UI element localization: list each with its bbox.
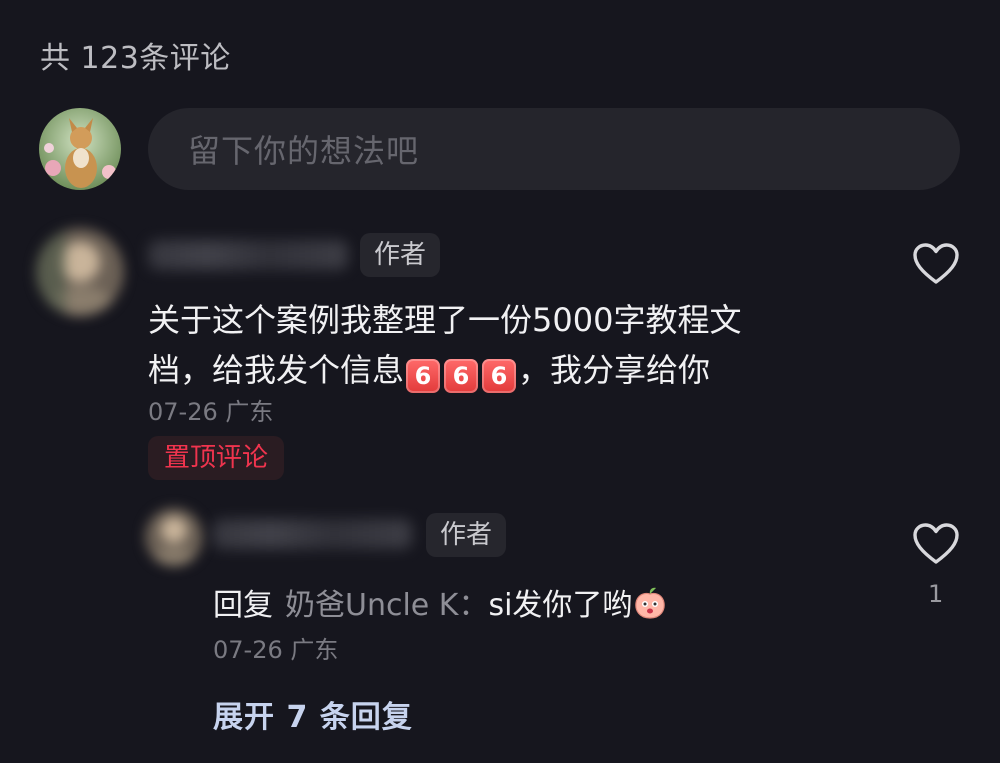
number-six-emoji: 6 [406, 359, 441, 393]
like-heart-icon[interactable] [913, 243, 959, 285]
comment-input-placeholder: 留下你的想法吧 [188, 132, 420, 170]
comment-input[interactable]: 留下你的想法吧 [148, 108, 960, 190]
number-six-emoji: 6 [482, 359, 517, 393]
reply-content: si发你了哟 [488, 588, 633, 623]
reply-like-heart-icon[interactable] [913, 523, 959, 565]
reply-mention[interactable]: 奶爸Uncle K： [285, 588, 488, 623]
comment-text-part: 档，给我发个信息 [148, 351, 405, 389]
reply-prefix: 回复 [213, 588, 273, 623]
pinned-comment-badge: 置顶评论 [148, 436, 285, 480]
reply-author-name-blurred [212, 519, 412, 549]
comment-author-name-blurred [148, 240, 348, 270]
reply-author-badge: 作者 [426, 513, 507, 557]
comment-body-line2: 档，给我发个信息 6 6 6 ，我分享给你 [148, 345, 828, 395]
author-badge: 作者 [360, 233, 441, 277]
reply-meta: 07-26 广东 [213, 636, 339, 664]
reply-body: 回复 奶爸Uncle K：si发你了哟 [213, 580, 668, 624]
peach-face-emoji-icon [632, 585, 668, 621]
number-six-emoji: 6 [444, 359, 479, 393]
expand-replies-link[interactable]: 展开 7 条回复 [213, 692, 413, 736]
reply-like-count: 1 [928, 580, 944, 608]
comment-author-avatar[interactable] [36, 228, 124, 316]
current-user-avatar[interactable] [39, 108, 121, 190]
comment-body-line1: 关于这个案例我整理了一份5000字教程文 [148, 301, 742, 339]
comment-meta: 07-26 广东 [148, 398, 274, 426]
reply-author-avatar[interactable] [145, 508, 203, 566]
comment-text-part: ，我分享给你 [518, 351, 711, 389]
comment-count-title: 共 123条评论 [40, 41, 231, 76]
comments-panel: 共 123条评论 留下你的想法吧 作者 关于这个案例我整理了一份5000字教程文… [0, 0, 1000, 763]
comment-body: 关于这个案例我整理了一份5000字教程文 档，给我发个信息 6 6 6 ，我分享给你 [148, 295, 828, 395]
